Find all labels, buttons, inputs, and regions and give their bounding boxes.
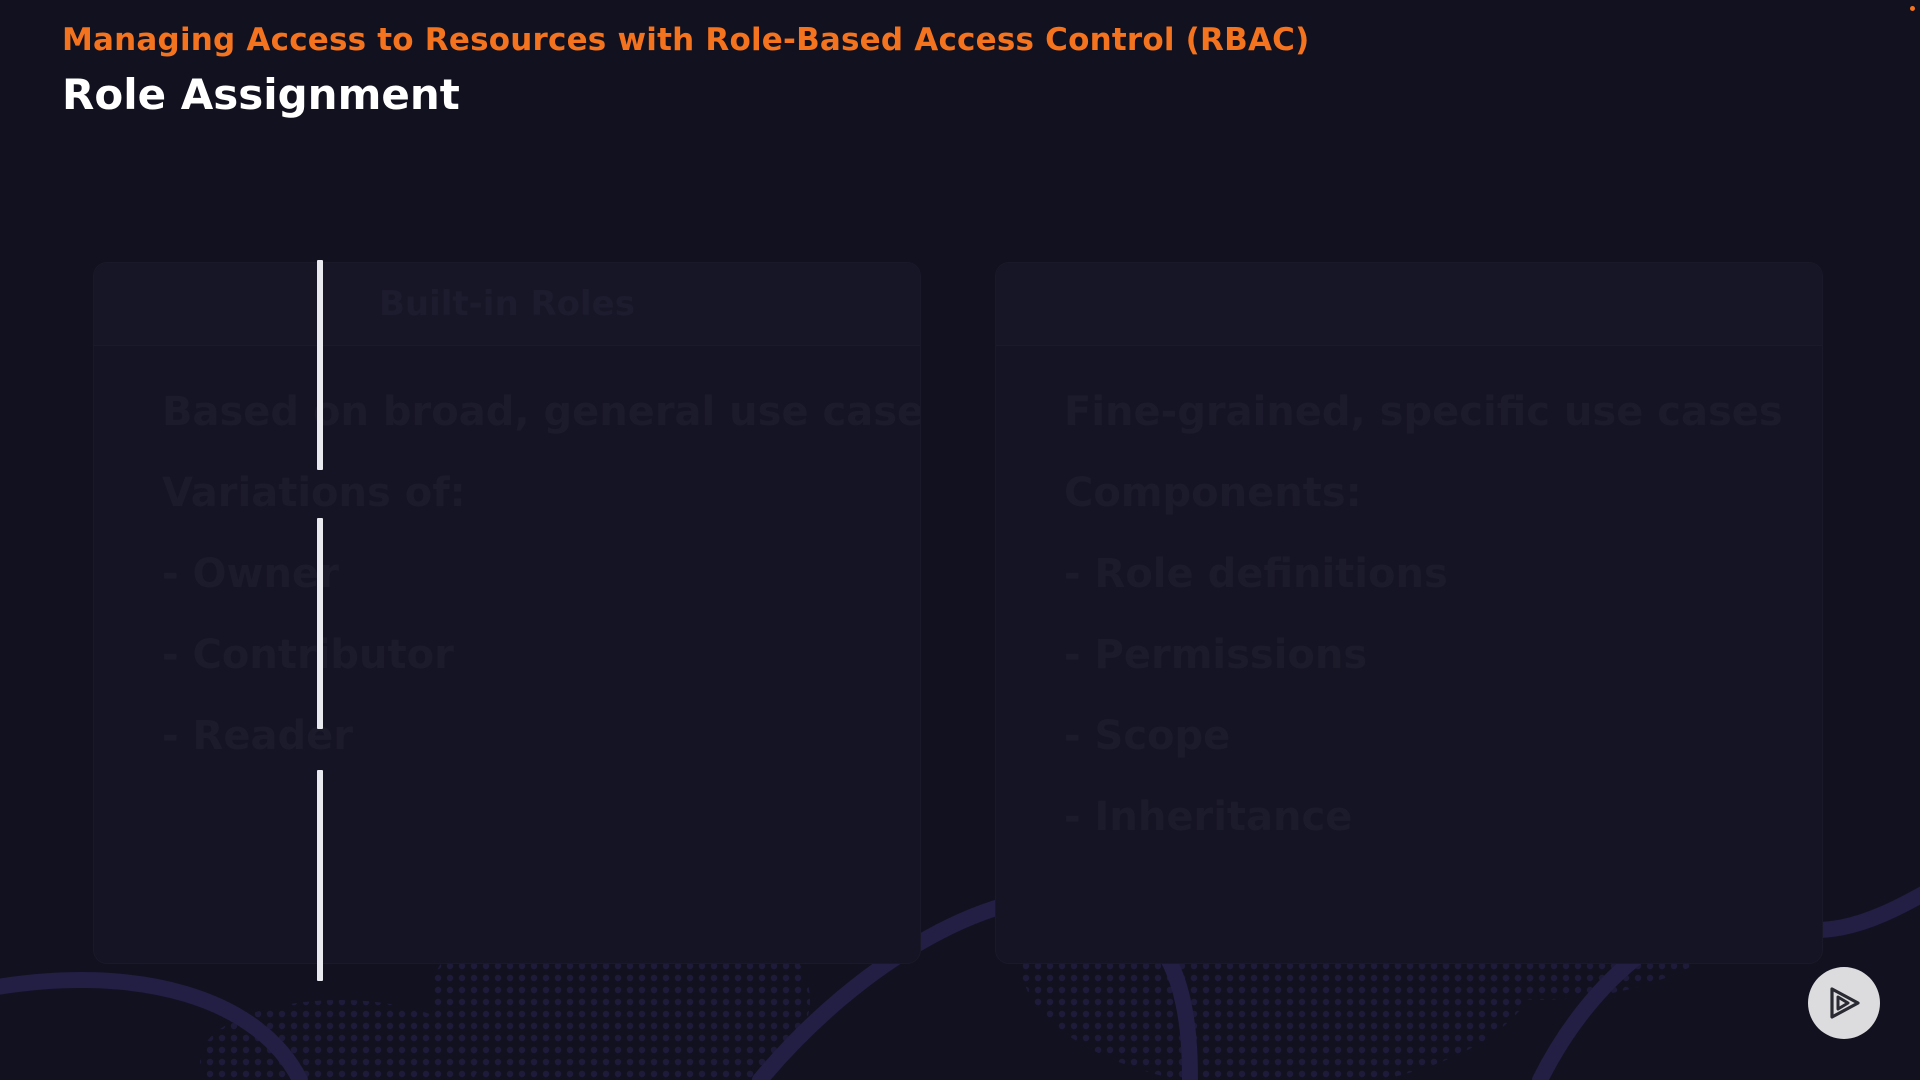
play-logo-icon	[1830, 987, 1860, 1019]
transition-wipe-bar	[317, 260, 323, 470]
transition-wipe-bar	[317, 518, 323, 729]
slide-canvas: Managing Access to Resources with Role-B…	[0, 0, 1920, 1080]
panel-line: - Scope	[1064, 713, 1231, 759]
play-button[interactable]	[1808, 967, 1880, 1039]
course-title: Managing Access to Resources with Role-B…	[62, 22, 1310, 58]
panel-line: - Owner	[162, 551, 339, 597]
custom-roles-panel: Fine-grained, specific use cases Compone…	[995, 262, 1823, 964]
built-in-roles-panel: Built-in Roles Based on broad, general u…	[93, 262, 921, 964]
panel-line: - Permissions	[1064, 632, 1368, 678]
panel-line: - Inheritance	[1064, 794, 1353, 840]
panel-body: Based on broad, general use cases Variat…	[94, 346, 920, 793]
panel-line: Components:	[1064, 470, 1362, 516]
panel-line: Fine-grained, specific use cases	[1064, 389, 1783, 435]
panel-heading: Built-in Roles	[94, 263, 920, 346]
transition-wipe-bar	[317, 770, 323, 981]
panel-body: Fine-grained, specific use cases Compone…	[996, 346, 1822, 874]
corner-dot	[1910, 6, 1915, 11]
panel-heading	[996, 263, 1822, 346]
panel-line: - Contributor	[162, 632, 454, 678]
panel-line: Variations of:	[162, 470, 466, 516]
panel-line: - Role definitions	[1064, 551, 1448, 597]
slide-title: Role Assignment	[62, 70, 460, 119]
panel-line: - Reader	[162, 713, 353, 759]
panel-line: Based on broad, general use cases	[162, 389, 921, 435]
